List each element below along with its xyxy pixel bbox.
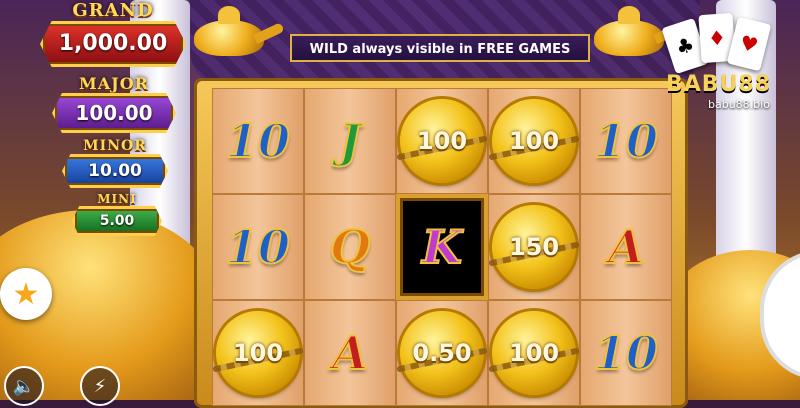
sound-button[interactable]: 🔈	[4, 366, 44, 406]
reel-cell: 10	[212, 88, 304, 194]
logo-text: BABU88	[666, 72, 772, 97]
star-icon: ★	[12, 276, 40, 312]
jackpot-minor-title: MINOR	[83, 138, 147, 154]
letter-symbol: J	[338, 113, 362, 169]
jackpot-minor: MINOR 10.00	[62, 138, 168, 188]
reel-cell: 10	[580, 88, 672, 194]
reel-cell: 10	[580, 300, 672, 406]
gold-coin-symbol: 100	[216, 311, 300, 395]
jackpot-grand-title: GRAND	[72, 0, 154, 21]
lightning-icon: ⚡	[93, 375, 107, 397]
free-games-banner: WILD always visible in FREE GAMES	[290, 34, 590, 62]
reel-cell: 100	[488, 88, 580, 194]
reel-cell: A	[304, 300, 396, 406]
reel-cell: J	[304, 88, 396, 194]
jackpot-mini: MINI 5.00	[72, 192, 162, 236]
jackpot-minor-value: 10.00	[62, 154, 168, 188]
magic-lamp-left	[184, 0, 285, 60]
babu88-logo: ♣ ♦ ♥ BABU88 babu88.bio	[660, 12, 790, 112]
reel-grid: 10 J 100 100 10 10 Q K 150 A 100 A 0.50 100 10	[212, 88, 672, 408]
letter-symbol: 10	[225, 219, 291, 275]
letter-symbol: 10	[593, 325, 659, 381]
jackpot-mini-title: MINI	[97, 192, 137, 206]
coin-value: 100	[232, 339, 284, 367]
reel-cell: 10	[212, 194, 304, 300]
reel-cell: 150	[488, 194, 580, 300]
coin-value: 150	[508, 233, 560, 261]
turbo-button[interactable]: ⚡	[80, 366, 120, 406]
reel-cell: 100	[212, 300, 304, 406]
favorite-button[interactable]: ★	[0, 268, 52, 320]
letter-symbol: 10	[225, 113, 291, 169]
jackpot-grand: GRAND 1,000.00	[40, 0, 186, 67]
gold-coin-symbol: 100	[492, 99, 576, 183]
reel-cell: Q	[304, 194, 396, 300]
reel-cell: 100	[488, 300, 580, 406]
wild-k-symbol: K	[421, 219, 463, 275]
jackpot-major-value: 100.00	[52, 93, 176, 133]
reel-cell: K	[396, 194, 488, 300]
coin-value: 100	[416, 127, 468, 155]
letter-symbol: Q	[329, 219, 371, 275]
logo-url: babu88.bio	[708, 98, 770, 111]
gold-coin-symbol: 150	[492, 205, 576, 289]
jackpot-major: MAJOR 100.00	[52, 74, 176, 133]
gold-coin-symbol: 100	[400, 99, 484, 183]
jackpot-grand-value: 1,000.00	[40, 21, 186, 67]
reel-cell: 100	[396, 88, 488, 194]
jackpot-major-title: MAJOR	[79, 74, 149, 93]
letter-symbol: A	[331, 325, 369, 381]
coin-value: 100	[508, 339, 560, 367]
gold-coin-symbol: 0.50	[400, 311, 484, 395]
letter-symbol: 10	[593, 113, 659, 169]
reel-cell: 0.50	[396, 300, 488, 406]
logo-card-hearts: ♥	[726, 16, 772, 72]
letter-symbol: A	[607, 219, 645, 275]
reel-cell: A	[580, 194, 672, 300]
gold-coin-symbol: 100	[492, 311, 576, 395]
speaker-icon: 🔈	[12, 375, 36, 397]
coin-value: 100	[508, 127, 560, 155]
coin-value: 0.50	[412, 339, 472, 367]
jackpot-mini-value: 5.00	[72, 206, 162, 236]
